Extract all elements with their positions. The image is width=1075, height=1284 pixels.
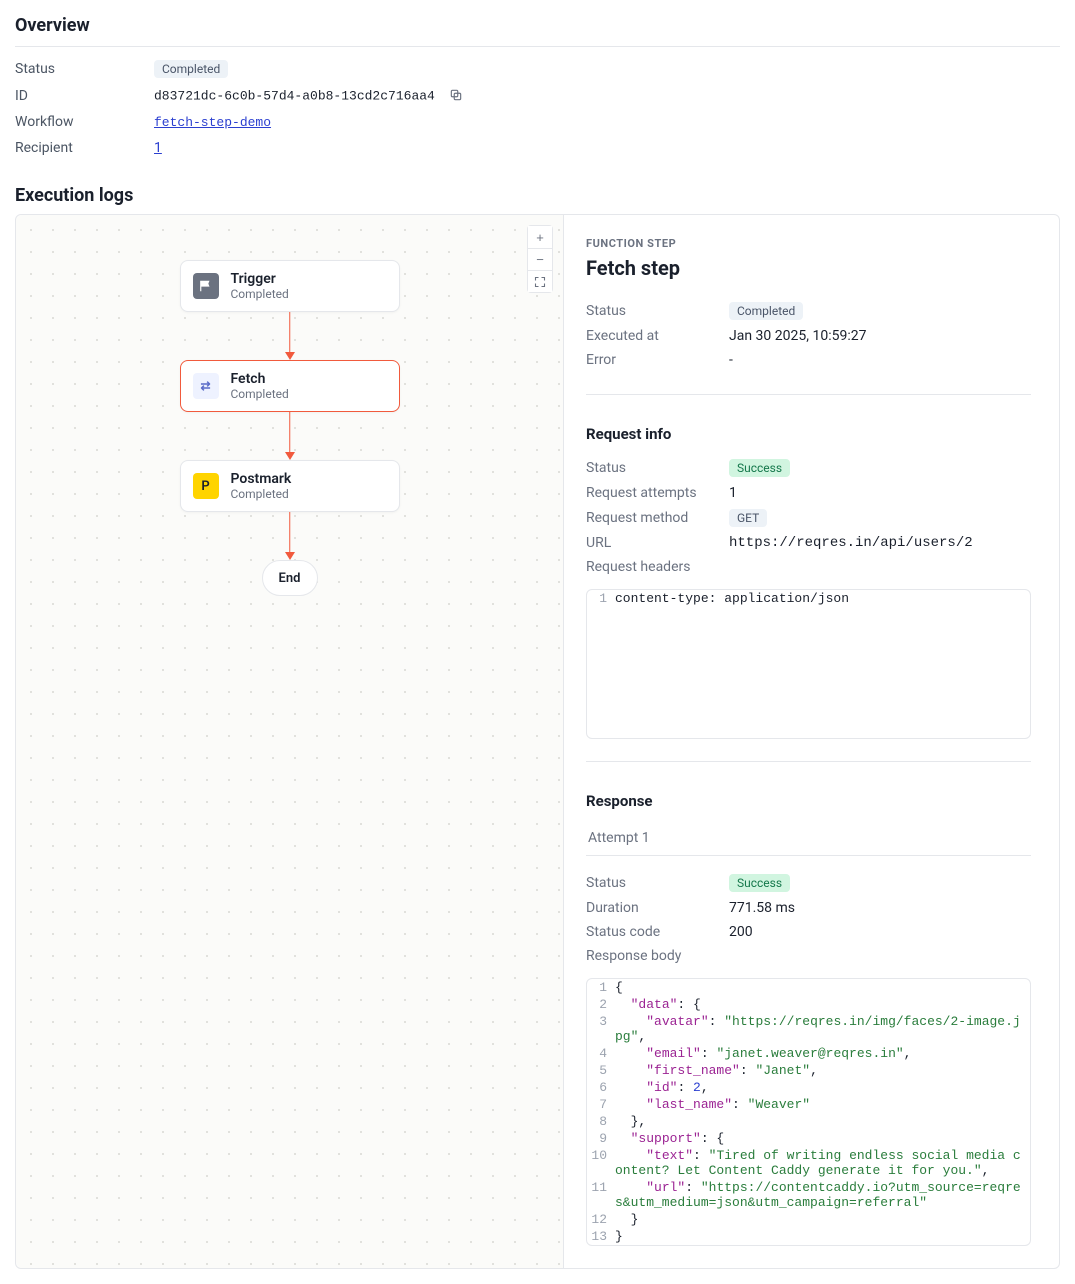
request-attempts-value: 1	[729, 485, 737, 501]
status-badge: Success	[729, 459, 790, 477]
overview-row-recipient: Recipient 1	[15, 135, 1060, 161]
step-title: Fetch step	[586, 256, 1031, 280]
recipient-link[interactable]: 1	[154, 140, 162, 156]
detail-label: Response body	[586, 948, 729, 964]
detail-label: Error	[586, 352, 729, 368]
detail-label: Status code	[586, 924, 729, 940]
request-info-heading: Request info	[586, 425, 1031, 443]
node-subtitle: Completed	[231, 487, 292, 501]
flow-node-trigger[interactable]: Trigger Completed	[180, 260, 400, 312]
response-status-code-value: 200	[729, 924, 753, 940]
request-url-value: https://reqres.in/api/users/2	[729, 535, 973, 551]
copy-icon[interactable]	[449, 88, 465, 104]
flow-connector	[289, 312, 291, 360]
execution-container: + − Trigger Completed ⇄	[15, 214, 1060, 1269]
detail-label: Request headers	[586, 559, 729, 575]
node-title: Fetch	[231, 371, 289, 387]
overview-row-workflow: Workflow fetch-step-demo	[15, 109, 1060, 135]
response-body-codebox[interactable]: 1{2 "data": {3 "avatar": "https://reqres…	[586, 978, 1031, 1246]
node-subtitle: Completed	[231, 387, 289, 401]
error-value: -	[729, 352, 733, 368]
details-pane: FUNCTION STEP Fetch step Status Complete…	[564, 215, 1059, 1268]
method-badge: GET	[729, 509, 767, 527]
overview-label-workflow: Workflow	[15, 114, 154, 130]
overview-label-status: Status	[15, 61, 154, 77]
overview-row-id: ID d83721dc-6c0b-57d4-a0b8-13cd2c716aa4	[15, 83, 1060, 109]
transfer-icon: ⇄	[193, 373, 219, 399]
overview-label-id: ID	[15, 88, 154, 104]
response-duration-value: 771.58 ms	[729, 900, 795, 916]
flow-node-fetch[interactable]: ⇄ Fetch Completed	[180, 360, 400, 412]
overview-heading: Overview	[15, 15, 1060, 47]
overview-label-recipient: Recipient	[15, 140, 154, 156]
detail-label: Status	[586, 303, 729, 319]
node-title: Trigger	[231, 271, 289, 287]
executed-at-value: Jan 30 2025, 10:59:27	[729, 328, 866, 344]
request-headers-codebox[interactable]: 1content-type: application/json	[586, 589, 1031, 739]
code-content: content-type: application/json	[615, 590, 1030, 607]
flow-node-end[interactable]: End	[262, 560, 318, 596]
node-title: Postmark	[231, 471, 292, 487]
overview-id-value: d83721dc-6c0b-57d4-a0b8-13cd2c716aa4	[154, 88, 435, 103]
flow-connector	[289, 412, 291, 460]
status-badge: Completed	[729, 302, 803, 320]
flow-canvas[interactable]: + − Trigger Completed ⇄	[16, 215, 564, 1268]
node-subtitle: Completed	[231, 287, 289, 301]
flag-icon	[193, 273, 219, 299]
detail-label: Executed at	[586, 328, 729, 344]
detail-label: Status	[586, 875, 729, 891]
status-badge: Success	[729, 874, 790, 892]
detail-label: Duration	[586, 900, 729, 916]
overview-row-status: Status Completed	[15, 55, 1060, 83]
workflow-link[interactable]: fetch-step-demo	[154, 115, 271, 130]
postmark-icon: P	[193, 473, 219, 499]
detail-label: URL	[586, 535, 729, 551]
flow-node-postmark[interactable]: P Postmark Completed	[180, 460, 400, 512]
detail-label: Status	[586, 460, 729, 476]
step-type-eyebrow: FUNCTION STEP	[586, 237, 1031, 250]
attempt-tab[interactable]: Attempt 1	[586, 822, 652, 856]
response-heading: Response	[586, 792, 1031, 810]
detail-label: Request attempts	[586, 485, 729, 501]
execution-heading: Execution logs	[15, 185, 1060, 206]
flow-connector	[289, 512, 291, 560]
detail-label: Request method	[586, 510, 729, 526]
status-badge: Completed	[154, 60, 228, 78]
